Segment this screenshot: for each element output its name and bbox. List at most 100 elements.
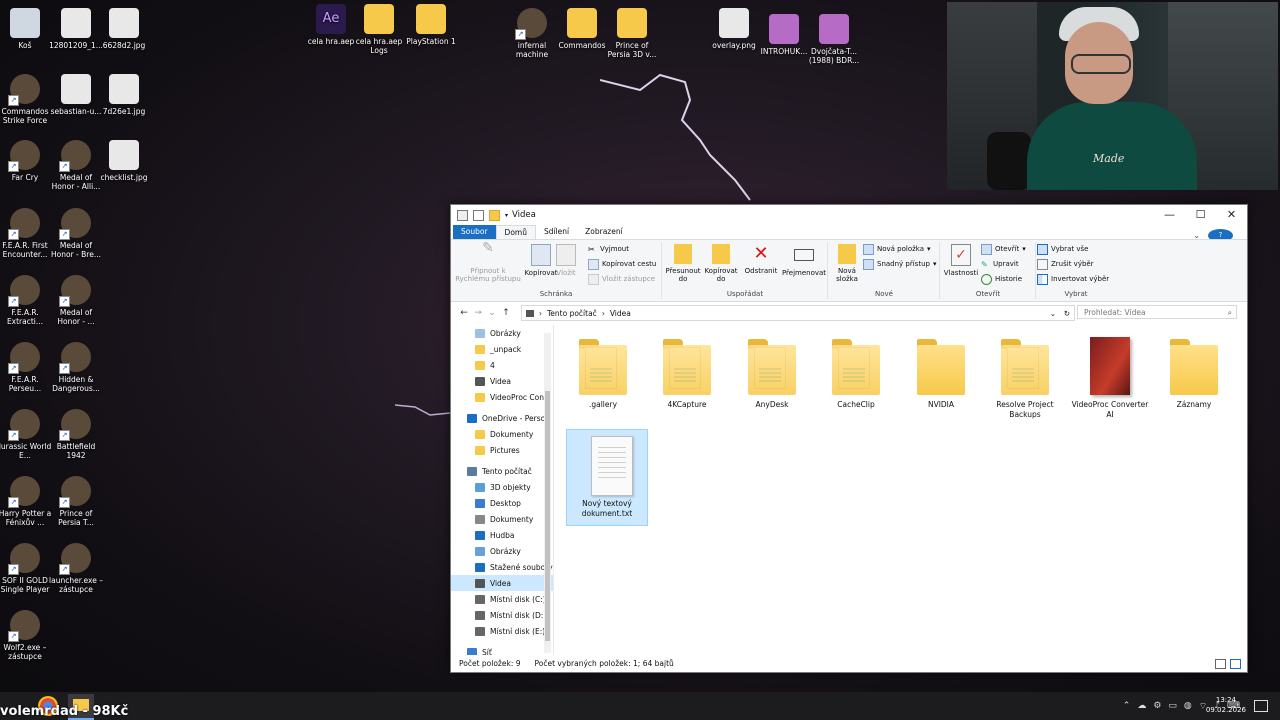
invert-selection-button[interactable]: Invertovat výběr <box>1037 273 1109 285</box>
folder-item[interactable]: .gallery <box>563 327 643 410</box>
paste-button[interactable]: Vložit <box>551 244 581 277</box>
nav-item[interactable]: 4 <box>451 357 553 373</box>
properties-quick-icon[interactable] <box>473 209 484 221</box>
refresh-icon[interactable]: ↻ <box>1064 309 1070 318</box>
nav-item[interactable]: Obrázky <box>451 325 553 341</box>
cut-button[interactable]: ✂ Vyjmout <box>588 243 629 255</box>
copy-to-button[interactable]: Kopírovat do <box>701 244 741 283</box>
folder-item[interactable]: VideoProc Converter AI <box>1070 327 1150 419</box>
desktop-icon[interactable]: ↗ Prince of Persia T... <box>48 476 104 527</box>
desktop-icon[interactable]: Dvojčata-T... (1988) BDR... <box>806 14 862 65</box>
tray-app-icon[interactable]: ⚙ <box>1153 701 1161 711</box>
quick-access-dropdown-icon[interactable]: ▾ <box>505 212 508 219</box>
folder-item[interactable]: Záznamy <box>1154 327 1234 410</box>
nav-item[interactable]: Videa <box>451 373 553 389</box>
select-all-button[interactable]: Vybrat vše <box>1037 243 1088 255</box>
desktop-icon[interactable]: ↗ Wolf2.exe – zástupce <box>0 610 53 661</box>
desktop-icon[interactable]: ↗ SOF II GOLD Single Player <box>0 543 53 594</box>
folder-item[interactable]: AnyDesk <box>732 327 812 410</box>
desktop-icon[interactable]: ↗ infernal machine <box>504 8 560 59</box>
new-folder-quick-icon[interactable] <box>489 209 500 221</box>
desktop-icon[interactable]: ↗ Battlefield 1942 <box>48 409 104 460</box>
nav-item[interactable]: VideoProc Conv <box>451 389 553 405</box>
maximize-button[interactable]: ☐ <box>1185 205 1216 225</box>
network-icon[interactable]: ◍ <box>1184 701 1192 711</box>
desktop-icon[interactable]: ↗ Jurassic World E... <box>0 409 53 460</box>
tab-share[interactable]: Sdílení <box>536 225 577 239</box>
recent-dropdown-icon[interactable]: ⌄ <box>485 308 499 318</box>
back-arrow-icon[interactable]: ← <box>457 308 471 318</box>
new-folder-button[interactable]: Nová složka <box>829 244 865 283</box>
move-to-button[interactable]: Přesunout do <box>663 244 703 283</box>
easy-access-button[interactable]: Snadný přístup ▾ <box>863 258 936 270</box>
folder-item[interactable]: CacheClip <box>816 327 896 410</box>
nav-item[interactable]: Tento počítač <box>451 463 553 479</box>
nav-item[interactable]: Hudba <box>451 527 553 543</box>
rename-button[interactable]: Přejmenovat <box>781 244 827 277</box>
clock[interactable]: 13:24 09.02.2026 <box>1206 695 1246 715</box>
desktop-icon[interactable]: PlayStation 1 <box>403 4 459 46</box>
desktop-icon[interactable]: ↗ Far Cry <box>0 140 53 182</box>
tab-file[interactable]: Soubor <box>453 225 496 239</box>
forward-arrow-icon[interactable]: → <box>471 308 485 318</box>
close-button[interactable]: ✕ <box>1216 205 1247 225</box>
nav-item[interactable]: Videa <box>451 575 553 591</box>
pin-quick-access-button[interactable]: ✎ Připnout k Rychlému přístupu <box>453 241 523 283</box>
desktop-icon[interactable]: Prince of Persia 3D v... <box>604 8 660 59</box>
desktop-icon[interactable]: ↗ F.E.A.R. First Encounter... <box>0 208 53 259</box>
desktop-icon[interactable]: 7d26e1.jpg <box>96 74 152 116</box>
nav-item[interactable]: Dokumenty <box>451 511 553 527</box>
desktop-icon[interactable]: ↗ Harry Potter a Fénixův ... <box>0 476 53 527</box>
search-input[interactable]: Prohledat: Videa ⌕ <box>1077 305 1237 319</box>
folder-item[interactable]: Resolve Project Backups <box>985 327 1065 419</box>
desktop-icon[interactable]: ↗ F.E.A.R. Extracti... <box>0 275 53 326</box>
file-item[interactable]: Nový textový dokument.txt <box>566 429 648 526</box>
nav-item[interactable]: Místní disk (E:) <box>451 623 553 639</box>
nav-scrollbar-thumb[interactable] <box>545 391 550 641</box>
paste-shortcut-button[interactable]: Vložit zástupce <box>588 273 655 285</box>
nav-item[interactable]: Pictures <box>451 442 553 458</box>
nav-item[interactable]: _unpack <box>451 341 553 357</box>
details-view-icon[interactable] <box>1215 659 1226 669</box>
select-none-button[interactable]: Zrušit výběr <box>1037 258 1094 270</box>
delete-button[interactable]: ✕ Odstranit <box>741 244 781 276</box>
nav-item[interactable]: OneDrive - Persor <box>451 410 553 426</box>
minimize-button[interactable]: — <box>1154 205 1185 225</box>
nav-item[interactable]: Desktop <box>451 495 553 511</box>
folder-item[interactable]: 4KCapture <box>647 327 727 410</box>
properties-button[interactable]: ✓ Vlastnosti <box>941 244 981 277</box>
nav-item[interactable]: 3D objekty <box>451 479 553 495</box>
desktop-icon[interactable]: ↗ Commandos Strike Force <box>0 74 53 125</box>
desktop-icon[interactable]: INTROHUK... <box>756 14 812 56</box>
cloud-icon[interactable]: ☁ <box>1137 701 1146 711</box>
desktop-icon[interactable]: ↗ F.E.A.R. Perseu... <box>0 342 53 393</box>
tab-view[interactable]: Zobrazení <box>577 225 631 239</box>
large-icons-view-icon[interactable] <box>1230 659 1241 669</box>
desktop-icon[interactable]: 6628d2.jpg <box>96 8 152 50</box>
new-item-button[interactable]: Nová položka ▾ <box>863 243 931 255</box>
nav-scrollbar[interactable] <box>544 333 551 653</box>
open-button[interactable]: Otevřít ▾ <box>981 243 1026 255</box>
desktop-icon[interactable]: ↗ Hidden & Dangerous... <box>48 342 104 393</box>
nav-item[interactable]: Stažené soubory <box>451 559 553 575</box>
copy-path-button[interactable]: Kopírovat cestu <box>588 258 656 270</box>
history-button[interactable]: Historie <box>981 273 1022 285</box>
nav-item[interactable]: Místní disk (D:) <box>451 607 553 623</box>
nav-item[interactable]: Síť <box>451 644 553 655</box>
desktop-icon[interactable]: Koš <box>0 8 53 50</box>
show-hidden-icons-icon[interactable]: ⌃ <box>1123 701 1131 711</box>
desktop-icon[interactable]: ↗ Medal of Honor - Bre... <box>48 208 104 259</box>
desktop-icon[interactable]: checklist.jpg <box>96 140 152 182</box>
edit-button[interactable]: ✎ Upravit <box>981 258 1019 270</box>
desktop-icon[interactable]: Commandos <box>554 8 610 50</box>
up-arrow-icon[interactable]: ↑ <box>499 308 513 318</box>
display-icon[interactable]: ▭ <box>1168 701 1177 711</box>
title-bar[interactable]: ▾ Videa — ☐ ✕ <box>451 205 1247 225</box>
desktop-icon[interactable]: ↗ launcher.exe – zástupce <box>48 543 104 594</box>
desktop-icon[interactable]: cela hra.aep Logs <box>351 4 407 55</box>
breadcrumb-videos[interactable]: Videa <box>610 309 631 318</box>
address-bar[interactable]: › Tento počítač › Videa ⌄ ↻ <box>521 305 1075 321</box>
desktop-icon[interactable]: ↗ Medal of Honor - ... <box>48 275 104 326</box>
nav-item[interactable]: Dokumenty <box>451 426 553 442</box>
folder-item[interactable]: NVIDIA <box>901 327 981 410</box>
